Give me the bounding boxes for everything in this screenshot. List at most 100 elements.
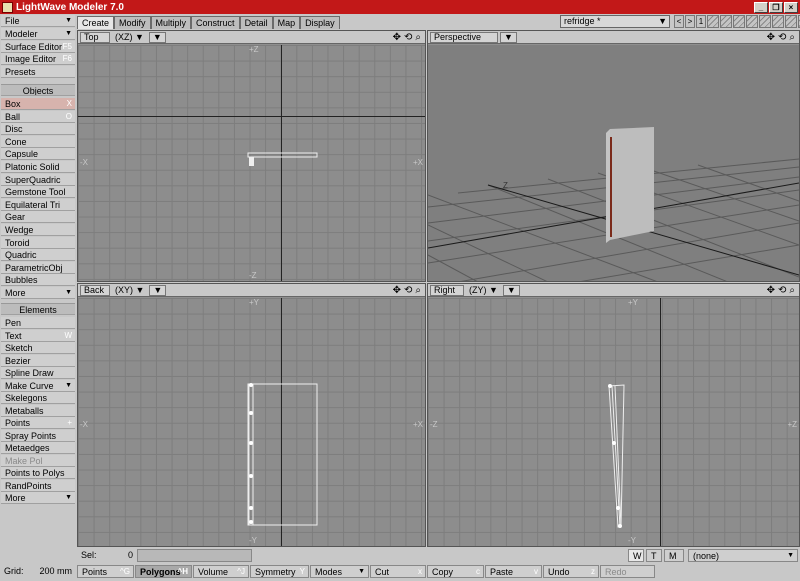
viewport-options-dropdown[interactable]: ▼ <box>148 31 166 43</box>
object-tool-quadric[interactable]: Quadric <box>1 249 75 262</box>
object-tool-box[interactable]: Box X <box>1 98 75 110</box>
object-tool-more[interactable]: More ▼ <box>1 287 75 299</box>
viewport-options-dropdown[interactable]: ▼ <box>149 284 167 296</box>
element-tool-text[interactable]: Text W <box>1 329 75 342</box>
layer-slot[interactable] <box>785 15 797 28</box>
rotate-view-icon[interactable]: ⟲ <box>778 285 786 296</box>
viewport-canvas[interactable]: Z <box>428 45 799 281</box>
surface-editor-button[interactable]: Surface Editor F5 <box>1 41 75 53</box>
minimize-button[interactable]: _ <box>754 1 768 13</box>
polygons-button[interactable]: Polygons ^H <box>135 565 192 578</box>
viewport-options-dropdown[interactable]: ▼ <box>500 31 517 43</box>
element-tool-more[interactable]: More ▼ <box>1 492 75 504</box>
layer-slot[interactable] <box>707 15 719 28</box>
object-tool-bubbles[interactable]: Bubbles <box>1 274 75 287</box>
object-tool-superquadric[interactable]: SuperQuadric <box>1 173 75 186</box>
tab-map[interactable]: Map <box>272 16 301 29</box>
view-type-dropdown[interactable]: Right <box>430 284 464 296</box>
layer-current[interactable]: 1 <box>696 15 706 28</box>
m-toggle[interactable]: M <box>664 549 684 562</box>
t-toggle[interactable]: T <box>646 549 662 562</box>
element-tool-pen[interactable]: Pen <box>1 317 75 329</box>
viewport-top[interactable]: Top (XZ) ▼ ▼ ✥ ⟲ ⌕ +Z -Z -X +X <box>77 30 426 282</box>
object-tool-ball[interactable]: Ball O <box>1 110 75 123</box>
render-mode-dropdown[interactable]: (XZ) ▼ <box>112 32 147 43</box>
view-type-dropdown[interactable]: Back <box>80 284 110 296</box>
viewport-right[interactable]: Right (ZY) ▼ ▼ ✥ ⟲ ⌕ +Y -Y -Z +Z <box>427 283 800 547</box>
view-type-dropdown[interactable]: Top <box>80 31 110 43</box>
layer-slot[interactable] <box>746 15 758 28</box>
viewport-canvas[interactable]: +Y -Y -Z +Z <box>428 298 799 546</box>
zoom-icon[interactable]: ⌕ <box>415 32 421 43</box>
move-view-icon[interactable]: ✥ <box>393 32 401 43</box>
layer-slot[interactable] <box>759 15 771 28</box>
element-tool-points[interactable]: Points + <box>1 417 75 429</box>
zoom-icon[interactable]: ⌕ <box>415 285 421 296</box>
surface-dropdown[interactable]: (none) ▼ <box>688 549 798 562</box>
object-tool-gear[interactable]: Gear <box>1 211 75 224</box>
tab-multiply[interactable]: Multiply <box>150 16 192 29</box>
object-tool-platonic-solid[interactable]: Platonic Solid <box>1 161 75 173</box>
element-tool-spray-points[interactable]: Spray Points <box>1 429 75 442</box>
file-menu[interactable]: File ▼ <box>1 15 75 27</box>
restore-button[interactable]: ❐ <box>769 1 783 13</box>
tab-create[interactable]: Create <box>77 16 115 29</box>
tab-display[interactable]: Display <box>300 16 340 29</box>
rotate-view-icon[interactable]: ⟲ <box>778 32 786 43</box>
layer-slot[interactable] <box>772 15 784 28</box>
paste-button[interactable]: Paste v <box>485 565 542 578</box>
copy-button[interactable]: Copy c <box>427 565 484 578</box>
object-tool-toroid[interactable]: Toroid <box>1 236 75 249</box>
undo-button[interactable]: Undo z <box>543 565 599 578</box>
render-mode-dropdown[interactable]: (ZY) ▼ <box>466 285 501 296</box>
layer-prev-button[interactable]: < <box>674 15 684 28</box>
element-tool-metaballs[interactable]: Metaballs <box>1 404 75 417</box>
element-tool-skelegons[interactable]: Skelegons <box>1 392 75 404</box>
object-tool-gemstone-tool[interactable]: Gemstone Tool <box>1 186 75 199</box>
tab-construct[interactable]: Construct <box>191 16 240 29</box>
cut-button[interactable]: Cut x <box>370 565 426 578</box>
tab-detail[interactable]: Detail <box>239 16 273 29</box>
element-tool-metaedges[interactable]: Metaedges <box>1 442 75 454</box>
rotate-view-icon[interactable]: ⟲ <box>404 285 412 296</box>
view-type-dropdown[interactable]: Perspective <box>430 31 498 43</box>
modes-button[interactable]: Modes ▼ <box>310 565 369 578</box>
layer-slot[interactable] <box>720 15 732 28</box>
redo-button[interactable]: Redo <box>600 565 655 578</box>
object-tool-disc[interactable]: Disc <box>1 123 75 136</box>
element-tool-sketch[interactable]: Sketch <box>1 342 75 354</box>
rotate-view-icon[interactable]: ⟲ <box>404 32 412 43</box>
viewport-back[interactable]: Back (XY) ▼ ▼ ✥ ⟲ ⌕ +Y -Y -X +X <box>77 283 426 547</box>
object-select-dropdown[interactable]: refridge * ▼ <box>560 15 670 28</box>
viewport-perspective[interactable]: Perspective ▼ ✥ ⟲ ⌕ Z <box>427 30 800 282</box>
viewport-canvas[interactable]: +Z -Z -X +X <box>78 45 425 281</box>
element-tool-randpoints[interactable]: RandPoints <box>1 479 75 492</box>
symmetry-button[interactable]: Symmetry Y <box>250 565 309 578</box>
object-tool-cone[interactable]: Cone <box>1 135 75 148</box>
image-editor-button[interactable]: Image Editor F6 <box>1 53 75 65</box>
zoom-icon[interactable]: ⌕ <box>789 32 795 43</box>
w-toggle[interactable]: W <box>628 549 644 562</box>
move-view-icon[interactable]: ✥ <box>767 285 775 296</box>
element-tool-bezier[interactable]: Bezier <box>1 354 75 367</box>
render-mode-dropdown[interactable]: (XY) ▼ <box>112 285 147 296</box>
layer-slot[interactable] <box>733 15 745 28</box>
zoom-icon[interactable]: ⌕ <box>789 285 795 296</box>
viewport-canvas[interactable]: +Y -Y -X +X <box>78 298 425 546</box>
modeler-menu[interactable]: Modeler ▼ <box>1 28 75 40</box>
volume-button[interactable]: Volume ^J <box>193 565 249 578</box>
object-tool-equilateral-tri[interactable]: Equilateral Tri <box>1 198 75 211</box>
element-tool-points-to-polys[interactable]: Points to Polys <box>1 467 75 479</box>
element-tool-make-curve[interactable]: Make Curve ▼ <box>1 379 75 392</box>
object-tool-parametricobj[interactable]: ParametricObj <box>1 261 75 274</box>
object-tool-wedge[interactable]: Wedge <box>1 224 75 236</box>
element-tool-spline-draw[interactable]: Spline Draw <box>1 367 75 379</box>
layer-next-button[interactable]: > <box>685 15 695 28</box>
tab-modify[interactable]: Modify <box>114 16 151 29</box>
element-tool-make-pol[interactable]: Make Pol <box>1 454 75 467</box>
move-view-icon[interactable]: ✥ <box>767 32 775 43</box>
move-view-icon[interactable]: ✥ <box>393 285 401 296</box>
presets-button[interactable]: Presets <box>1 66 75 78</box>
points-button[interactable]: Points ^G <box>77 565 134 578</box>
close-button[interactable]: × <box>784 1 798 13</box>
